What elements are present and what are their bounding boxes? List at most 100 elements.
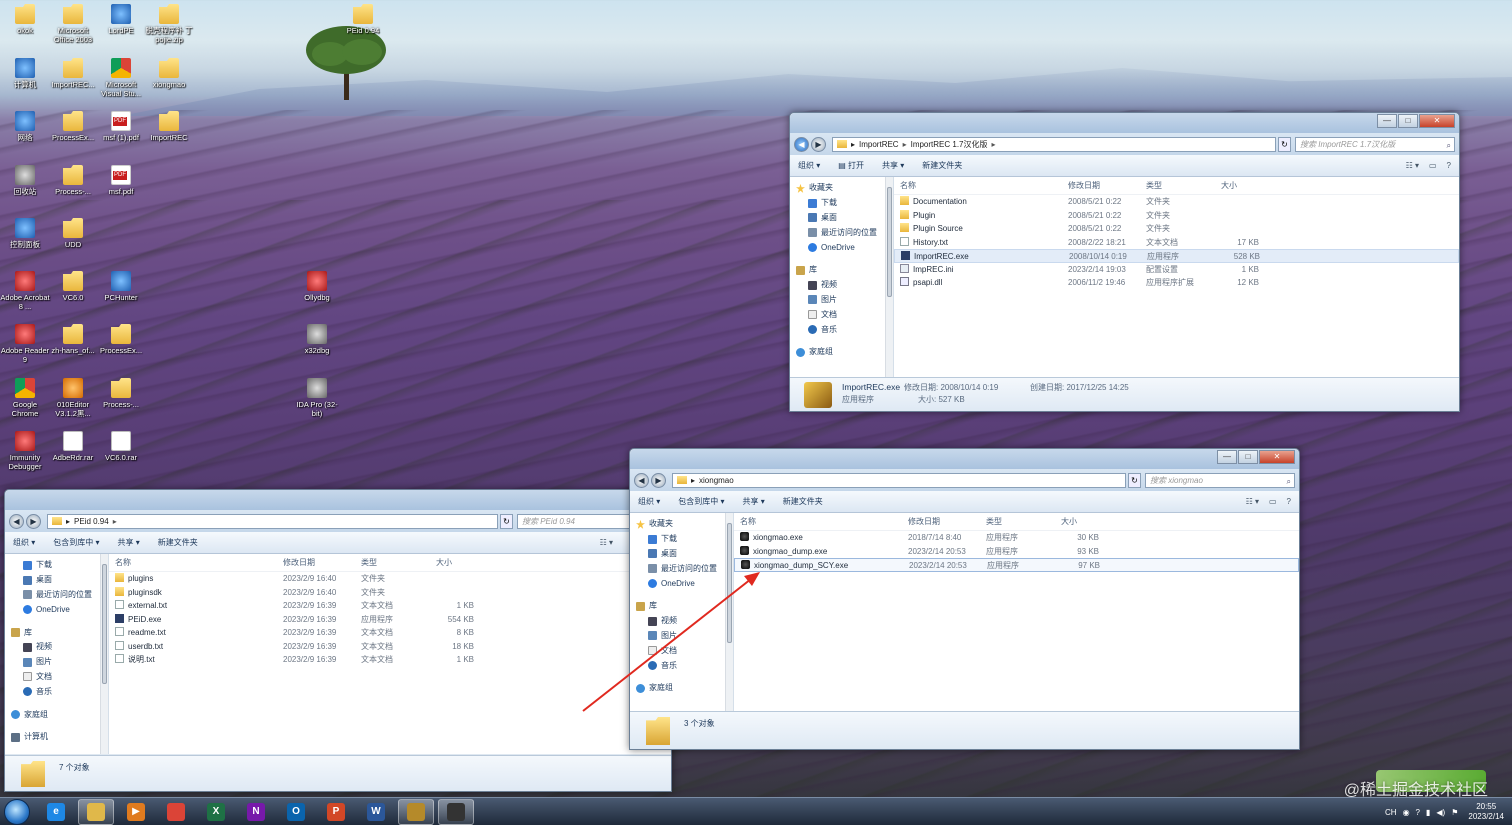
address-bar[interactable]: ▸ xiongmao [672,472,1126,488]
file-row[interactable]: psapi.dll 2006/11/2 19:46 应用程序扩展 12 KB [894,276,1459,290]
maximize-button[interactable]: □ [1238,450,1258,464]
desktop-icon-item[interactable]: VC6.0 [48,271,98,302]
language-indicator[interactable]: CH [1385,808,1397,817]
nav-onedrive[interactable]: OneDrive [5,602,108,617]
file-row[interactable]: Documentation 2008/5/21 0:22 文件夹 [894,195,1459,209]
desktop-icon-item[interactable]: okok [0,4,50,35]
network-tray-icon[interactable]: ▮ [1426,808,1430,817]
nav-homegroup[interactable]: 家庭组 [790,345,893,360]
nav-desktop[interactable]: 桌面 [630,547,733,562]
start-button[interactable] [4,798,30,825]
nav-desktop[interactable]: 桌面 [5,573,108,588]
desktop-icon-item[interactable]: PEid 0.94 [338,4,388,35]
view-options-icon[interactable]: ☷ ▾ [1406,161,1419,170]
file-row[interactable]: History.txt 2008/2/22 18:21 文本文档 17 KB [894,236,1459,250]
xiongmao-explorer-window[interactable]: — □ ✕ ◀ ▶ ▸ xiongmao ↻ 搜索 xiongmao ⌕ 组织 ▾… [629,448,1300,750]
search-input[interactable]: 搜索 ImportREC 1.7汉化版 ⌕ [1295,136,1455,152]
file-row[interactable]: xiongmao.exe 2018/7/14 8:40 应用程序 30 KB [734,531,1299,545]
organize-button[interactable]: 组织 ▾ [798,160,820,171]
desktop-icon-item[interactable]: Adobe Reader 9 [0,324,50,364]
nav-pictures[interactable]: 图片 [790,293,893,308]
forward-button[interactable]: ▶ [26,513,41,529]
address-bar[interactable]: ▸ ImportREC ▸ ImportREC 1.7汉化版 ▸ [832,136,1276,152]
desktop-icon-item[interactable]: VC6.0.rar [96,431,146,462]
preview-pane-icon[interactable]: ▭ [1269,497,1277,506]
scroll-thumb[interactable] [887,187,892,297]
nav-recent[interactable]: 最近访问的位置 [790,225,893,240]
col-name[interactable]: 名称 [894,177,1062,194]
nav-recent[interactable]: 最近访问的位置 [630,561,733,576]
desktop-icon-item[interactable]: Google Chrome [0,378,50,418]
file-row[interactable]: xiongmao_dump_SCY.exe 2023/2/14 20:53 应用程序… [734,558,1299,572]
col-type[interactable]: 类型 [980,513,1055,530]
desktop-icon-item[interactable]: UDD [48,218,98,249]
view-options-icon[interactable]: ☷ ▾ [1246,497,1259,506]
scroll-thumb[interactable] [102,564,107,684]
back-button[interactable]: ◀ [634,472,649,488]
desktop-icon-item[interactable]: Microsoft Office 2003 [48,4,98,44]
importrec-explorer-window[interactable]: — □ ✕ ◀ ▶ ▸ ImportREC ▸ ImportREC 1.7汉化版… [789,112,1460,412]
nav-music[interactable]: 音乐 [5,684,108,699]
file-row[interactable]: plugins 2023/2/9 16:40 文件夹 [109,572,671,586]
nav-music[interactable]: 音乐 [790,322,893,337]
help-tray-icon[interactable]: ? [1416,808,1420,817]
nav-downloads[interactable]: 下载 [790,196,893,211]
organize-button[interactable]: 组织 ▾ [638,496,660,507]
open-button[interactable]: ▤ 打开 [838,160,864,171]
desktop-icon-item[interactable]: 脱壳程序补 丁 pojie.zip [144,4,194,44]
nav-documents[interactable]: 文档 [790,307,893,322]
organize-button[interactable]: 组织 ▾ [13,537,35,548]
col-size[interactable]: 大小 [1055,513,1103,530]
breadcrumb-root[interactable]: ImportREC [859,140,899,149]
col-size[interactable]: 大小 [1215,177,1263,194]
desktop-icon-item[interactable]: xiongmao [144,58,194,89]
antivirus-tray-icon[interactable]: ◉ [1403,808,1410,817]
nav-videos[interactable]: 视频 [5,640,108,655]
taskbar-button[interactable] [78,798,114,825]
desktop-icon-item[interactable]: Microsoft Visual Stu... [96,58,146,98]
nav-music[interactable]: 音乐 [630,658,733,673]
refresh-button[interactable]: ↻ [500,513,513,529]
minimize-button[interactable]: — [1377,114,1397,128]
file-row[interactable]: Plugin 2008/5/21 0:22 文件夹 [894,209,1459,223]
share-button[interactable]: 共享 ▾ [882,160,904,171]
title-bar[interactable]: — □ ✕ [790,113,1459,133]
title-bar[interactable]: — □ ✕ [630,449,1299,469]
col-date[interactable]: 修改日期 [277,554,355,571]
file-row[interactable]: ImpREC.ini 2023/2/14 19:03 配置设置 1 KB [894,263,1459,277]
share-button[interactable]: 共享 ▾ [118,537,140,548]
nav-scrollbar[interactable] [725,513,733,711]
desktop-icon-item[interactable]: msf (1).pdf [96,111,146,142]
taskbar-button[interactable]: N [238,799,274,825]
close-button[interactable]: ✕ [1259,450,1295,464]
taskbar-button[interactable] [438,798,474,825]
nav-videos[interactable]: 视频 [630,614,733,629]
forward-button[interactable]: ▶ [651,472,666,488]
nav-scrollbar[interactable] [100,554,108,754]
desktop-icon-item[interactable]: ProcessEx... [48,111,98,142]
desktop-icon-item[interactable]: ImportREC [144,111,194,142]
desktop-icon-item[interactable]: Adobe Acrobat 8 ... [0,271,50,311]
file-row[interactable]: readme.txt 2023/2/9 16:39 文本文档 8 KB [109,626,671,640]
desktop-icon-item[interactable]: Process-... [48,165,98,196]
desktop-icon-item[interactable]: ProcessEx... [96,324,146,355]
nav-favorites[interactable]: 收藏夹 [630,517,733,532]
desktop-icon-item[interactable]: Process-... [96,378,146,409]
nav-computer[interactable]: 计算机 [5,730,108,745]
taskbar-button[interactable]: ▶ [118,799,154,825]
nav-documents[interactable]: 文档 [630,643,733,658]
nav-downloads[interactable]: 下载 [5,558,108,573]
scroll-thumb[interactable] [727,523,732,643]
breadcrumb-leaf[interactable]: PEid 0.94 [74,517,109,526]
nav-documents[interactable]: 文档 [5,670,108,685]
nav-favorites[interactable]: 收藏夹 [790,181,893,196]
col-name[interactable]: 名称 [109,554,277,571]
desktop-icon-item[interactable]: PCHunter [96,271,146,302]
refresh-button[interactable]: ↻ [1128,472,1141,488]
desktop-icon-item[interactable]: 010Editor V3.1.2黑... [48,378,98,418]
taskbar-button[interactable]: W [358,799,394,825]
taskbar-button[interactable] [158,799,194,825]
help-icon[interactable]: ? [1287,497,1291,506]
help-icon[interactable]: ? [1447,161,1451,170]
maximize-button[interactable]: □ [1398,114,1418,128]
